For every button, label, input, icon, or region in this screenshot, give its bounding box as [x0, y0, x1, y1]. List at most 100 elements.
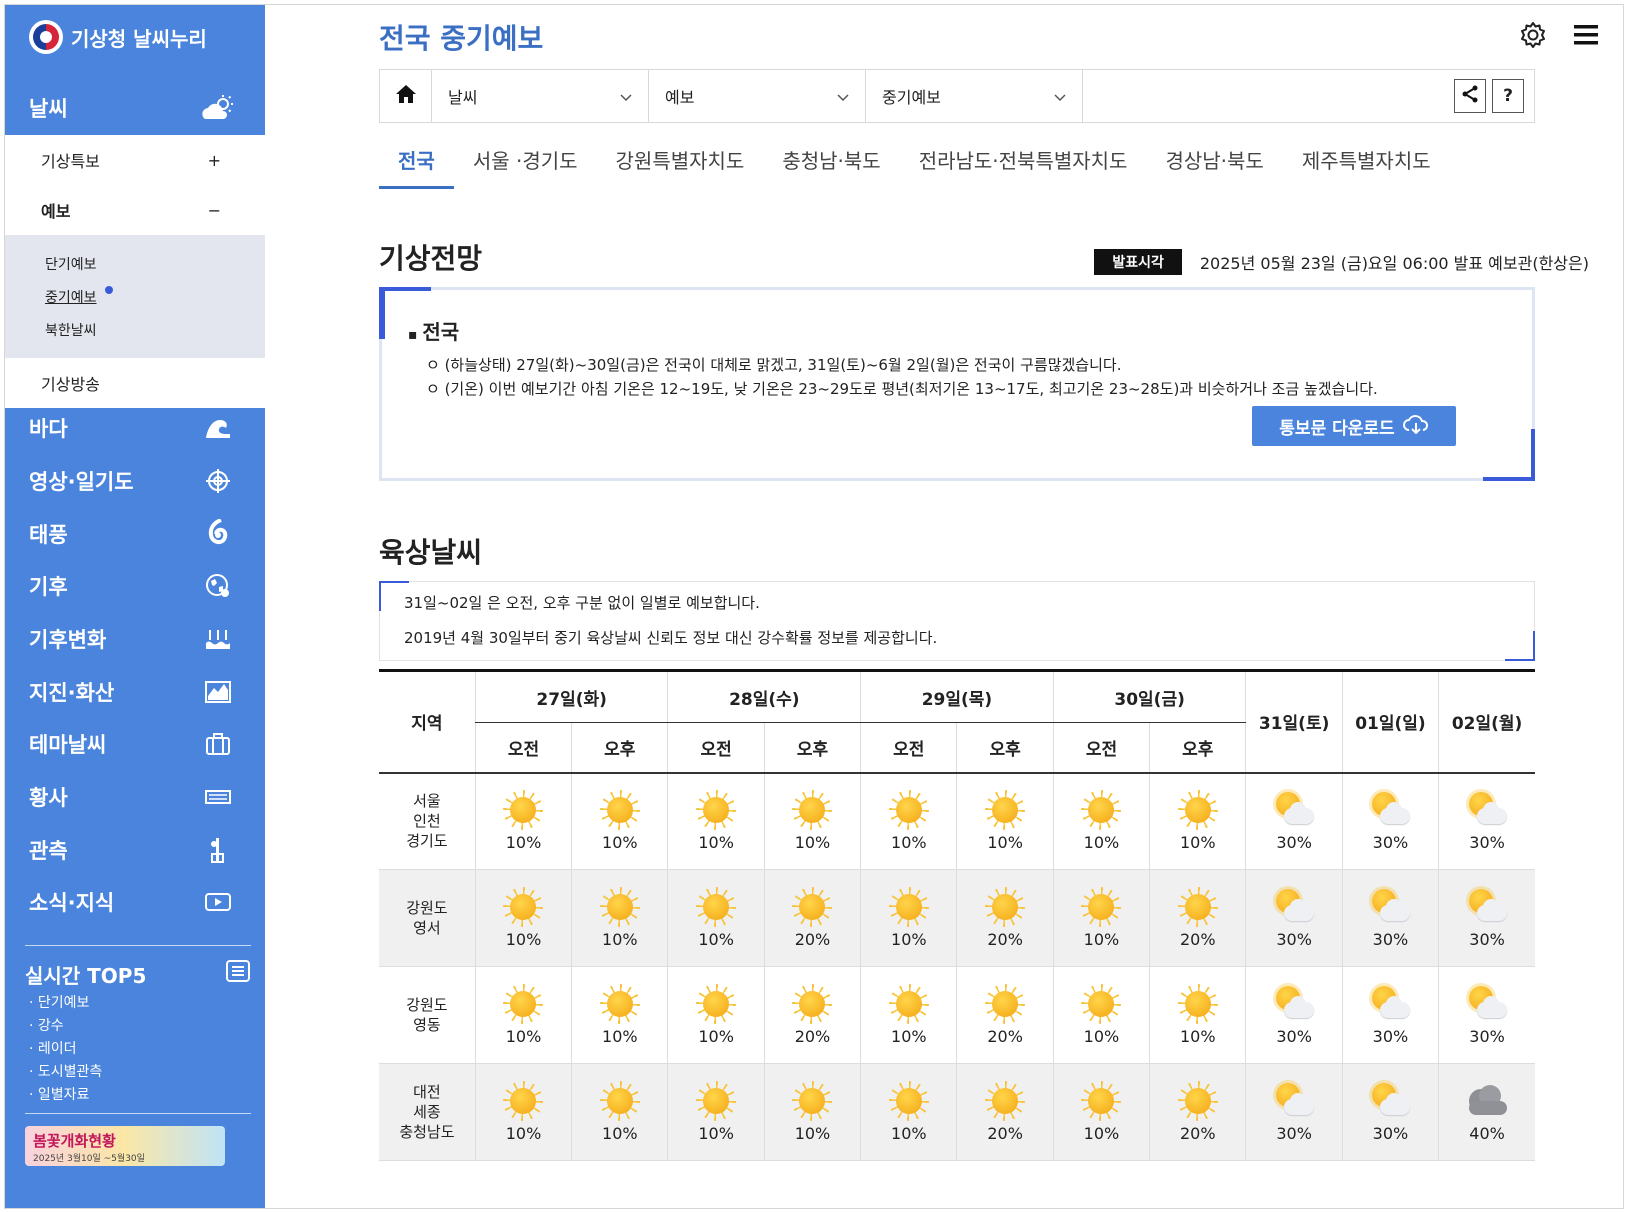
- spring-flower-banner[interactable]: 봄꽃개화현황 2025년 3월10일 ~5월30일: [25, 1113, 251, 1166]
- sidebar-item-label: 기후: [29, 575, 68, 599]
- breadcrumb-label: 예보: [665, 88, 695, 107]
- precip-probability: 10%: [1083, 1027, 1120, 1046]
- precip-probability: 30%: [1372, 833, 1409, 853]
- tab-jeolla[interactable]: 전라남도·전북특별자치도: [900, 137, 1147, 189]
- sidebar-item-label: 태풍: [29, 523, 68, 547]
- sidebar-item-satellite[interactable]: 영상·일기도: [5, 454, 265, 508]
- sidebar-item-earthquake[interactable]: 지진·화산: [5, 665, 265, 719]
- sunny-icon: [1081, 1081, 1122, 1121]
- table-row: 강원도 영서 10% 10% 10% 20% 10% 20% 10% 20% 30% 30% 30%: [379, 869, 1535, 967]
- sunny-icon: [1177, 790, 1218, 831]
- region-cell: 서울 인천 경기도: [379, 772, 476, 870]
- region-name: 강원도: [406, 899, 448, 917]
- top5-item[interactable]: · 강수: [25, 1015, 251, 1038]
- am-header: 오전: [667, 722, 765, 774]
- sidebar-item-yellow-dust[interactable]: 황사: [5, 770, 265, 824]
- gear-icon[interactable]: [1519, 21, 1547, 53]
- precip-probability: 10%: [891, 930, 927, 949]
- sunny-icon: [696, 790, 737, 831]
- tab-nationwide[interactable]: 전국: [379, 137, 454, 189]
- help-button[interactable]: ?: [1492, 79, 1524, 113]
- breadcrumb-select-weather[interactable]: 날씨: [432, 70, 649, 122]
- sidebar-subitem-special[interactable]: 기상특보 +: [5, 135, 265, 185]
- top5-item[interactable]: · 도시별관측: [25, 1061, 251, 1084]
- sidebar-subitem-label: 기상방송: [41, 375, 100, 394]
- sidebar-item-label: 날씨: [29, 97, 68, 121]
- cloud-download-icon: [1402, 414, 1429, 439]
- cloudy-icon: [1465, 1081, 1509, 1121]
- sidebar-item-climate[interactable]: 기후: [5, 559, 265, 613]
- sidebar-item-theme-weather[interactable]: 테마날씨: [5, 717, 265, 771]
- precip-probability: 30%: [1372, 1027, 1409, 1046]
- breadcrumb-select-midterm[interactable]: 중기예보: [866, 70, 1083, 122]
- page-title: 전국 중기예보: [379, 22, 544, 55]
- breadcrumb-select-forecast[interactable]: 예보: [649, 70, 866, 122]
- forecast-cell: 10%: [474, 966, 572, 1064]
- leaf-label: 중기예보: [45, 290, 97, 306]
- leaf-mid-term[interactable]: 중기예보: [45, 282, 265, 315]
- pm-header: 오후: [763, 722, 861, 774]
- region-name: 서울: [413, 792, 441, 811]
- satellite-target-icon: [201, 467, 235, 495]
- tab-chungcheong[interactable]: 충청남·북도: [763, 137, 899, 189]
- hamburger-menu-icon[interactable]: [1573, 23, 1599, 51]
- sunny-icon: [503, 1081, 544, 1121]
- precip-probability: 10%: [602, 1124, 638, 1143]
- forecast-cell: 10%: [860, 772, 957, 870]
- forecast-cell: 10%: [474, 869, 572, 967]
- table-row: 강원도 영동 10% 10% 10% 20% 10% 20% 10% 10% 30% 30% 30%: [379, 966, 1535, 1064]
- sidebar-item-label: 테마날씨: [29, 733, 107, 757]
- sunny-icon: [599, 887, 640, 927]
- tab-jeju[interactable]: 제주특별자치도: [1283, 137, 1450, 189]
- region-header: 지역: [379, 670, 476, 774]
- sidebar-item-label: 관측: [29, 839, 68, 863]
- leaf-short-term[interactable]: 단기예보: [45, 249, 265, 282]
- precip-probability: 20%: [1180, 1124, 1216, 1143]
- am-header: 오전: [474, 722, 572, 774]
- top5-item[interactable]: · 단기예보: [25, 992, 251, 1015]
- region-cell: 대전 세종 충청남도: [379, 1063, 476, 1161]
- leaf-north-korea[interactable]: 북한날씨: [45, 315, 265, 348]
- sidebar-item-weather[interactable]: 날씨: [5, 81, 265, 135]
- chevron-down-icon: [1054, 87, 1066, 106]
- share-button[interactable]: [1454, 79, 1486, 113]
- region-name: 대전: [413, 1083, 441, 1101]
- am-header: 오전: [1052, 722, 1150, 774]
- forecast-cell: 10%: [1052, 966, 1150, 1064]
- land-notice: 31일~02일 은 오전, 오후 구분 없이 일별로 예보합니다. 2019년 …: [379, 581, 1535, 661]
- day-header: 31일(토): [1245, 670, 1343, 774]
- top5-item[interactable]: · 일별자료: [25, 1084, 251, 1107]
- day-header: 02일(월): [1438, 670, 1535, 774]
- partly-cloudy-icon: [1368, 1081, 1412, 1121]
- tab-seoul-gyeonggi[interactable]: 서울 ·경기도: [454, 137, 597, 189]
- sunny-icon: [599, 984, 640, 1024]
- sidebar-item-label: 황사: [29, 786, 68, 810]
- sidebar-item-label: 지진·화산: [29, 681, 115, 705]
- tab-gyeongsang[interactable]: 경상남·북도: [1146, 137, 1282, 189]
- download-button[interactable]: 통보문 다운로드: [1252, 406, 1456, 446]
- home-button[interactable]: [380, 70, 432, 122]
- sidebar-item-typhoon[interactable]: 태풍: [5, 507, 265, 561]
- top5-item[interactable]: · 레이더: [25, 1038, 251, 1061]
- sidebar-item-climate-change[interactable]: 기후변화: [5, 612, 265, 666]
- sidebar-item-observation[interactable]: 관측: [5, 823, 265, 877]
- video-icon: [201, 888, 235, 916]
- sun-cloud-icon: [201, 94, 235, 122]
- forecast-leaves: 단기예보 중기예보 북한날씨: [5, 235, 265, 358]
- logo[interactable]: 기상청 날씨누리: [29, 19, 207, 55]
- sidebar-subitem-forecast[interactable]: 예보 −: [5, 185, 265, 235]
- partly-cloudy-icon: [1465, 984, 1509, 1024]
- main-content: 전국 중기예보 날씨 예보 중기예보 ? 전국 서울 ·경기도 강원특별자치도 …: [265, 5, 1623, 1208]
- sidebar-item-news[interactable]: 소식·지식: [5, 875, 265, 929]
- region-name: 충청남도: [399, 1123, 455, 1141]
- banner-subtitle: 2025년 3월10일 ~5월30일: [33, 1154, 145, 1164]
- issue-badge: 발표시각: [1094, 249, 1182, 275]
- precip-probability: 30%: [1469, 930, 1505, 949]
- dust-icon: [201, 783, 235, 811]
- tab-gangwon[interactable]: 강원특별자치도: [597, 137, 764, 189]
- region-cell: 강원도 영서: [379, 869, 476, 967]
- sidebar-item-sea[interactable]: 바다: [5, 401, 265, 455]
- collapse-icon: −: [207, 200, 221, 220]
- forecast-cell: 10%: [474, 1063, 572, 1161]
- forecast-cell: 20%: [763, 869, 861, 967]
